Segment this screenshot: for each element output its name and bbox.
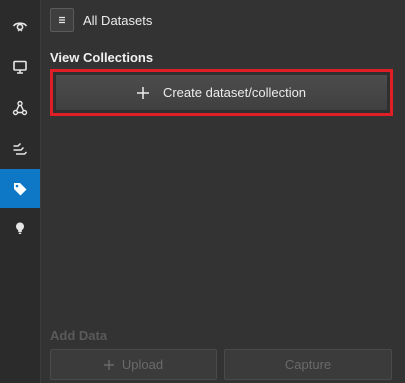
- menu-icon: [59, 16, 65, 24]
- signal-icon: [13, 142, 28, 155]
- create-dataset-button-highlight: Create dataset/collection: [50, 69, 393, 116]
- view-collections-heading: View Collections: [50, 50, 154, 65]
- capture-button[interactable]: Capture: [224, 349, 392, 380]
- sidebar-item-network[interactable]: [0, 88, 40, 127]
- sidebar-item-insights[interactable]: [0, 208, 40, 247]
- sidebar-item-view[interactable]: [0, 6, 40, 45]
- add-data-heading: Add Data: [50, 328, 108, 343]
- create-dataset-button[interactable]: Create dataset/collection: [56, 75, 387, 110]
- network-icon: [12, 100, 28, 115]
- page-title: All Datasets: [83, 12, 153, 28]
- capture-label: Capture: [284, 357, 332, 372]
- sidebar-item-display[interactable]: [0, 47, 40, 86]
- header: All Datasets: [50, 8, 152, 32]
- sidebar: [0, 0, 41, 383]
- tag-icon: [14, 182, 27, 195]
- menu-button[interactable]: [50, 8, 74, 32]
- plus-icon: [103, 359, 114, 370]
- upload-button[interactable]: Upload: [50, 349, 217, 380]
- create-dataset-label: Create dataset/collection: [162, 85, 307, 100]
- monitor-icon: [13, 60, 27, 74]
- eye-icon: [12, 21, 28, 32]
- upload-label: Upload: [121, 357, 164, 372]
- plus-icon: [136, 86, 149, 99]
- sidebar-item-datasets[interactable]: [0, 169, 40, 208]
- sidebar-item-signal[interactable]: [0, 129, 40, 168]
- lightbulb-icon: [16, 222, 24, 234]
